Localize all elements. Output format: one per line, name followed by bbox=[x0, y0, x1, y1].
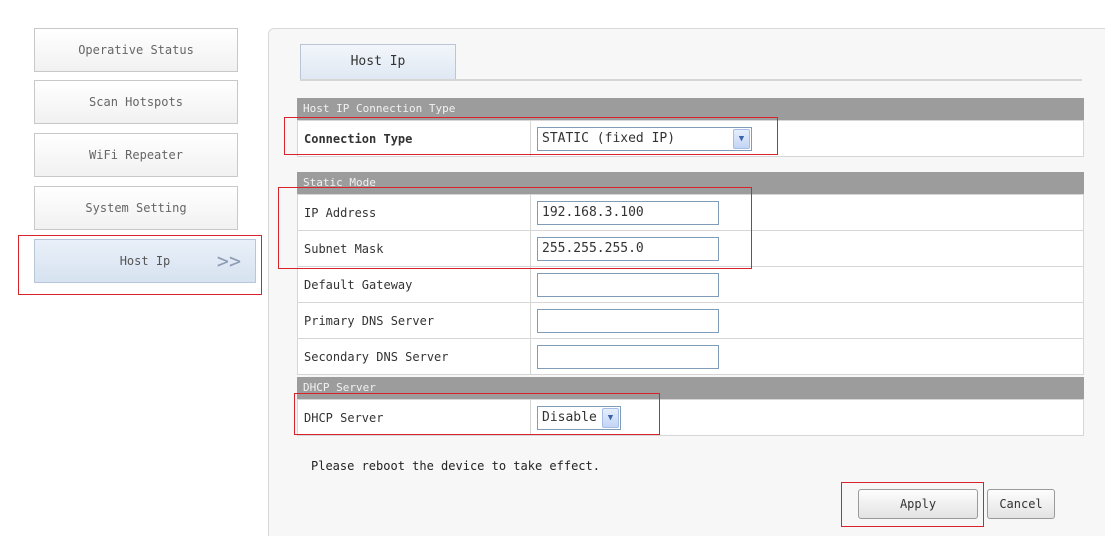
page: Operative Status Scan Hotspots WiFi Repe… bbox=[0, 0, 1105, 536]
table-row: Connection Type STATIC (fixed IP) ▼ bbox=[297, 120, 1084, 157]
connection-type-label: Connection Type bbox=[297, 120, 531, 157]
table-row: IP Address 192.168.3.100 bbox=[297, 194, 1084, 231]
section-header-static-mode: Static Mode bbox=[297, 172, 1084, 194]
ip-address-cell: 192.168.3.100 bbox=[530, 194, 1084, 231]
tab-host-ip[interactable]: Host Ip bbox=[300, 44, 456, 79]
ip-address-input[interactable]: 192.168.3.100 bbox=[537, 200, 719, 225]
primary-dns-cell bbox=[530, 302, 1084, 339]
default-gateway-input[interactable] bbox=[537, 272, 719, 297]
sidebar-item-label: System Setting bbox=[85, 201, 187, 215]
sidebar-item-host-ip[interactable]: Host Ip >> bbox=[34, 239, 256, 283]
sidebar-item-operative-status[interactable]: Operative Status bbox=[34, 28, 238, 72]
subnet-mask-label: Subnet Mask bbox=[297, 230, 531, 267]
section-header-connection-type: Host IP Connection Type bbox=[297, 98, 1084, 120]
reboot-note: Please reboot the device to take effect. bbox=[311, 459, 600, 473]
connection-type-table: Connection Type STATIC (fixed IP) ▼ bbox=[297, 120, 1084, 157]
cancel-button[interactable]: Cancel bbox=[987, 489, 1055, 519]
connection-type-value: STATIC (fixed IP) bbox=[542, 130, 676, 146]
sidebar-item-label: Host Ip bbox=[119, 254, 171, 268]
dhcp-server-value: Disable bbox=[542, 409, 597, 425]
tab-label: Host Ip bbox=[350, 54, 406, 69]
double-chevron-right-icon: >> bbox=[216, 249, 241, 273]
table-row: Secondary DNS Server bbox=[297, 338, 1084, 375]
secondary-dns-input[interactable] bbox=[537, 344, 719, 369]
default-gateway-cell bbox=[530, 266, 1084, 303]
connection-type-cell: STATIC (fixed IP) ▼ bbox=[530, 120, 1084, 157]
connection-type-select[interactable]: STATIC (fixed IP) ▼ bbox=[537, 126, 752, 151]
dhcp-server-select[interactable]: Disable ▼ bbox=[537, 405, 621, 430]
secondary-dns-cell bbox=[530, 338, 1084, 375]
tab-divider bbox=[300, 79, 1082, 81]
default-gateway-label: Default Gateway bbox=[297, 266, 531, 303]
table-row: Default Gateway bbox=[297, 266, 1084, 303]
chevron-down-icon[interactable]: ▼ bbox=[602, 407, 619, 428]
sidebar-item-label: Operative Status bbox=[78, 43, 194, 57]
table-row: Primary DNS Server bbox=[297, 302, 1084, 339]
subnet-mask-cell: 255.255.255.0 bbox=[530, 230, 1084, 267]
sidebar-item-wifi-repeater[interactable]: WiFi Repeater bbox=[34, 133, 238, 177]
primary-dns-input[interactable] bbox=[537, 308, 719, 333]
ip-address-label: IP Address bbox=[297, 194, 531, 231]
sidebar-item-scan-hotspots[interactable]: Scan Hotspots bbox=[34, 80, 238, 124]
sidebar-item-system-setting[interactable]: System Setting bbox=[34, 186, 238, 230]
apply-button[interactable]: Apply bbox=[858, 489, 978, 519]
dhcp-server-cell: Disable ▼ bbox=[530, 399, 1084, 436]
primary-dns-label: Primary DNS Server bbox=[297, 302, 531, 339]
static-mode-table: IP Address 192.168.3.100 Subnet Mask 255… bbox=[297, 194, 1084, 375]
sidebar-item-label: WiFi Repeater bbox=[89, 148, 183, 162]
secondary-dns-label: Secondary DNS Server bbox=[297, 338, 531, 375]
table-row: DHCP Server Disable ▼ bbox=[297, 399, 1084, 436]
dhcp-table: DHCP Server Disable ▼ bbox=[297, 399, 1084, 436]
chevron-down-icon[interactable]: ▼ bbox=[733, 128, 750, 149]
table-row: Subnet Mask 255.255.255.0 bbox=[297, 230, 1084, 267]
dhcp-server-label: DHCP Server bbox=[297, 399, 531, 436]
sidebar-item-label: Scan Hotspots bbox=[89, 95, 183, 109]
section-header-dhcp: DHCP Server bbox=[297, 377, 1084, 399]
subnet-mask-input[interactable]: 255.255.255.0 bbox=[537, 236, 719, 261]
